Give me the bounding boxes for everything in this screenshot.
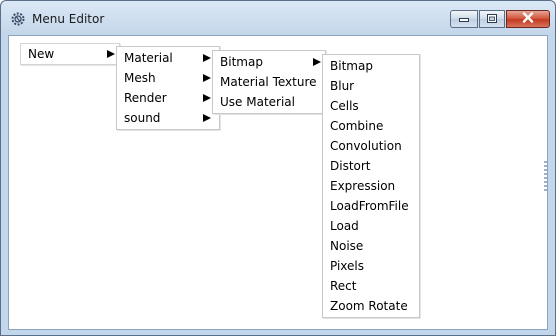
close-icon xyxy=(522,12,534,26)
menu-item-bitmap-op[interactable]: Bitmap xyxy=(323,56,419,76)
gear-icon xyxy=(10,11,26,27)
submenu-arrow-icon xyxy=(313,58,321,66)
close-button[interactable] xyxy=(506,10,550,28)
submenu-arrow-icon xyxy=(107,50,115,58)
menu-item-pixels[interactable]: Pixels xyxy=(323,256,419,276)
menu-item-label: Zoom Rotate xyxy=(330,299,408,313)
menu-item-material-texture[interactable]: Material Texture xyxy=(213,72,325,92)
menu-item-label: Pixels xyxy=(330,259,365,273)
menu-item-label: Rect xyxy=(330,279,357,293)
menu-item-label: LoadFromFile xyxy=(330,199,409,213)
menu-item-rect[interactable]: Rect xyxy=(323,276,419,296)
menu-item-label: Expression xyxy=(330,179,396,193)
menu-item-label: Noise xyxy=(330,239,364,253)
menu-item-mesh[interactable]: Mesh xyxy=(117,68,219,88)
menu-item-cells[interactable]: Cells xyxy=(323,96,419,116)
menu-item-noise[interactable]: Noise xyxy=(323,236,419,256)
menu-item-new[interactable]: New xyxy=(21,44,119,64)
menu-item-label: Convolution xyxy=(330,139,402,153)
menu-item-label: Mesh xyxy=(124,71,156,85)
maximize-icon xyxy=(487,12,497,26)
submenu-arrow-icon xyxy=(203,74,211,82)
title-bar[interactable]: Menu Editor xyxy=(1,1,555,35)
submenu-arrow-icon xyxy=(203,54,211,62)
material-submenu: Bitmap Material Texture Use Material xyxy=(212,50,326,114)
menu-item-use-material[interactable]: Use Material xyxy=(213,92,325,112)
minimize-icon xyxy=(459,12,469,26)
menu-item-sound[interactable]: sound xyxy=(117,108,219,128)
menu-item-label: Load xyxy=(330,219,359,233)
menu-item-expression[interactable]: Expression xyxy=(323,176,419,196)
menu-item-label: Render xyxy=(124,91,167,105)
menu-item-label: New xyxy=(28,47,55,61)
new-submenu: Material Mesh Render sound xyxy=(116,46,220,130)
menu-item-zoom-rotate[interactable]: Zoom Rotate xyxy=(323,296,419,316)
menu-item-label: Use Material xyxy=(220,95,295,109)
menu-item-label: Material Texture xyxy=(220,75,317,89)
menu-item-combine[interactable]: Combine xyxy=(323,116,419,136)
menu-item-load[interactable]: Load xyxy=(323,216,419,236)
menu-item-label: Combine xyxy=(330,119,384,133)
menu-item-material[interactable]: Material xyxy=(117,48,219,68)
menu-item-label: Bitmap xyxy=(330,59,373,73)
menu-item-blur[interactable]: Blur xyxy=(323,76,419,96)
bitmap-submenu: Bitmap Blur Cells Combine Convolution Di… xyxy=(322,54,420,318)
maximize-button[interactable] xyxy=(479,10,505,28)
menu-item-label: Distort xyxy=(330,159,371,173)
menu-item-label: Bitmap xyxy=(220,55,263,69)
window-title: Menu Editor xyxy=(32,12,105,26)
menu-item-loadfromfile[interactable]: LoadFromFile xyxy=(323,196,419,216)
submenu-arrow-icon xyxy=(203,114,211,122)
menu-item-label: Blur xyxy=(330,79,355,93)
submenu-arrow-icon xyxy=(203,94,211,102)
menu-item-convolution[interactable]: Convolution xyxy=(323,136,419,156)
menu-item-label: Cells xyxy=(330,99,359,113)
menu-item-label: sound xyxy=(124,111,161,125)
menu-item-label: Material xyxy=(124,51,173,65)
menu-item-bitmap[interactable]: Bitmap xyxy=(213,52,325,72)
resize-grip[interactable] xyxy=(544,161,547,193)
menu-item-distort[interactable]: Distort xyxy=(323,156,419,176)
minimize-button[interactable] xyxy=(450,10,478,28)
root-menu: New xyxy=(20,43,120,65)
menu-item-render[interactable]: Render xyxy=(117,88,219,108)
